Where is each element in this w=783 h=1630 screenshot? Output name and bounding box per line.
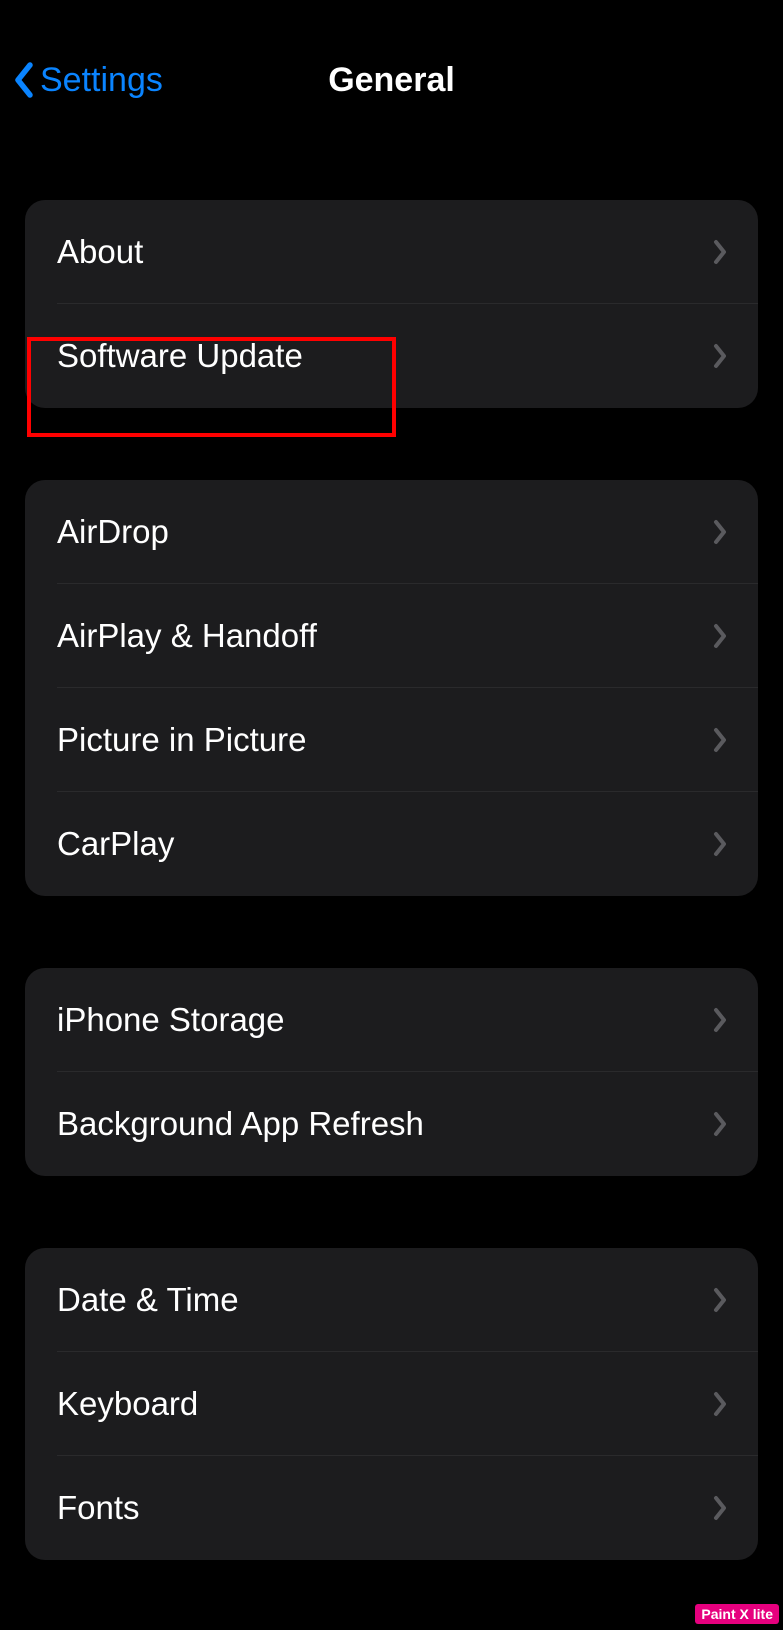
row-label: iPhone Storage	[57, 1001, 285, 1039]
chevron-right-icon	[712, 238, 728, 266]
row-label: Date & Time	[57, 1281, 239, 1319]
navigation-bar: Settings General	[0, 30, 783, 130]
row-picture-in-picture[interactable]: Picture in Picture	[25, 688, 758, 792]
row-label: Picture in Picture	[57, 721, 306, 759]
chevron-left-icon	[12, 61, 34, 99]
back-button[interactable]: Settings	[12, 61, 163, 100]
row-label: Software Update	[57, 337, 303, 375]
row-keyboard[interactable]: Keyboard	[25, 1352, 758, 1456]
row-label: AirPlay & Handoff	[57, 617, 317, 655]
chevron-right-icon	[712, 1494, 728, 1522]
chevron-right-icon	[712, 518, 728, 546]
row-fonts[interactable]: Fonts	[25, 1456, 758, 1560]
row-date-time[interactable]: Date & Time	[25, 1248, 758, 1352]
watermark-badge: Paint X lite	[695, 1604, 779, 1624]
settings-group-2: AirDrop AirPlay & Handoff Picture in Pic…	[25, 480, 758, 896]
row-label: Keyboard	[57, 1385, 198, 1423]
settings-group-4: Date & Time Keyboard Fonts	[25, 1248, 758, 1560]
chevron-right-icon	[712, 830, 728, 858]
page-title: General	[328, 61, 455, 100]
row-about[interactable]: About	[25, 200, 758, 304]
settings-group-1: About Software Update	[25, 200, 758, 408]
chevron-right-icon	[712, 622, 728, 650]
back-button-label: Settings	[40, 61, 163, 100]
row-airplay-handoff[interactable]: AirPlay & Handoff	[25, 584, 758, 688]
row-background-app-refresh[interactable]: Background App Refresh	[25, 1072, 758, 1176]
chevron-right-icon	[712, 1006, 728, 1034]
chevron-right-icon	[712, 342, 728, 370]
chevron-right-icon	[712, 1110, 728, 1138]
row-carplay[interactable]: CarPlay	[25, 792, 758, 896]
chevron-right-icon	[712, 1286, 728, 1314]
row-label: CarPlay	[57, 825, 174, 863]
row-software-update[interactable]: Software Update	[25, 304, 758, 408]
row-label: AirDrop	[57, 513, 169, 551]
row-label: About	[57, 233, 143, 271]
chevron-right-icon	[712, 1390, 728, 1418]
row-label: Background App Refresh	[57, 1105, 424, 1143]
row-label: Fonts	[57, 1489, 140, 1527]
row-iphone-storage[interactable]: iPhone Storage	[25, 968, 758, 1072]
settings-group-3: iPhone Storage Background App Refresh	[25, 968, 758, 1176]
row-airdrop[interactable]: AirDrop	[25, 480, 758, 584]
settings-content: About Software Update AirDrop AirPlay & …	[0, 200, 783, 1560]
chevron-right-icon	[712, 726, 728, 754]
